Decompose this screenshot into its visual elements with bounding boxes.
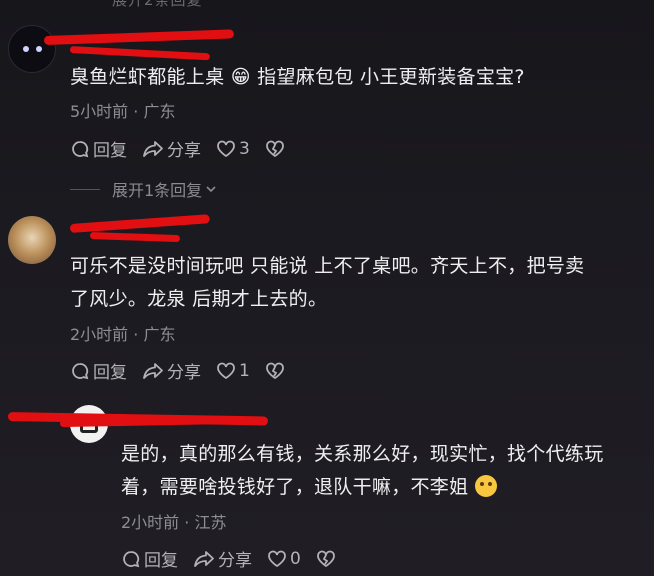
like-button[interactable]: 0: [267, 549, 301, 569]
comment-actions: 回复 分享 1: [70, 358, 303, 383]
share-button[interactable]: 分享: [193, 546, 252, 571]
broken-heart-icon: [265, 140, 284, 157]
comment-actions: 回复 分享 3: [70, 136, 303, 161]
dislike-button[interactable]: [265, 362, 288, 380]
divider-line: [70, 188, 100, 190]
share-label: 分享: [167, 363, 201, 383]
username-redaction: [69, 214, 210, 233]
reply-button[interactable]: 回复: [121, 546, 178, 571]
avatar[interactable]: [8, 25, 56, 73]
chevron-down-icon: [206, 186, 216, 193]
expand-replies-button[interactable]: 展开1条回复: [70, 177, 218, 201]
avatar-eye: [23, 46, 29, 52]
comment-text: 臭鱼烂虾都能上桌 😁 指望麻包包 小王更新装备宝宝?: [70, 61, 525, 94]
share-label: 分享: [218, 551, 252, 571]
dislike-button[interactable]: [316, 550, 339, 568]
comment-icon: [72, 362, 89, 379]
reply-label: 回复: [93, 363, 127, 383]
username-redaction: [69, 46, 210, 61]
comment-text-content: 臭鱼烂虾都能上桌 😁 指望麻包包 小王更新装备宝宝?: [70, 66, 525, 88]
emoji-grin-icon: [474, 475, 497, 497]
share-icon: [143, 362, 163, 379]
comment-meta: 5小时前 · 广东: [70, 102, 176, 121]
username-redaction: [43, 29, 235, 45]
share-icon: [143, 140, 163, 157]
like-button[interactable]: 3: [216, 139, 250, 159]
comment-text-line: 着，需要啥投钱好了，退队干嘛，不李姐: [121, 476, 469, 498]
comment-icon: [123, 550, 140, 567]
heart-icon: [217, 362, 235, 379]
like-count: 3: [239, 138, 250, 159]
comment-text: 可乐不是没时间玩吧 只能说 上不了桌吧。齐天上不，把号卖 了风少。龙泉 后期才上…: [70, 250, 650, 316]
username-redaction: [89, 232, 181, 243]
reply-button[interactable]: 回复: [70, 358, 127, 383]
dislike-button[interactable]: [265, 140, 288, 158]
reply-button[interactable]: 回复: [70, 136, 127, 161]
share-icon: [194, 550, 214, 567]
share-button[interactable]: 分享: [142, 358, 201, 383]
comment-icon: [72, 140, 89, 157]
share-button[interactable]: 分享: [142, 136, 201, 161]
like-count: 0: [290, 548, 301, 569]
reply-label: 回复: [144, 551, 178, 571]
comment-text-line: 了风少。龙泉 后期才上去的。: [70, 288, 328, 310]
comment-text: 是的，真的那么有钱，关系那么好，现实忙，找个代练玩 着，需要啥投钱好了，退队干嘛…: [121, 438, 651, 504]
comment-meta: 2小时前 · 广东: [70, 325, 176, 344]
comment-text-line: 可乐不是没时间玩吧 只能说 上不了桌吧。齐天上不，把号卖: [70, 255, 585, 277]
broken-heart-icon: [265, 362, 284, 379]
heart-icon: [268, 550, 286, 567]
share-label: 分享: [167, 141, 201, 161]
like-count: 1: [239, 360, 250, 381]
avatar-eye: [36, 46, 42, 52]
comment-actions: 回复 分享 0: [121, 546, 354, 571]
like-button[interactable]: 1: [216, 361, 250, 381]
comment-meta: 2小时前 · 江苏: [121, 513, 227, 532]
reply-label: 回复: [93, 141, 127, 161]
expand-replies-label: 展开1条回复: [112, 181, 203, 200]
comment-text-line: 是的，真的那么有钱，关系那么好，现实忙，找个代练玩: [121, 443, 604, 465]
broken-heart-icon: [316, 550, 335, 567]
avatar[interactable]: [8, 216, 56, 264]
heart-icon: [217, 140, 235, 157]
top-expand-replies[interactable]: 展开2条回复: [112, 0, 203, 10]
